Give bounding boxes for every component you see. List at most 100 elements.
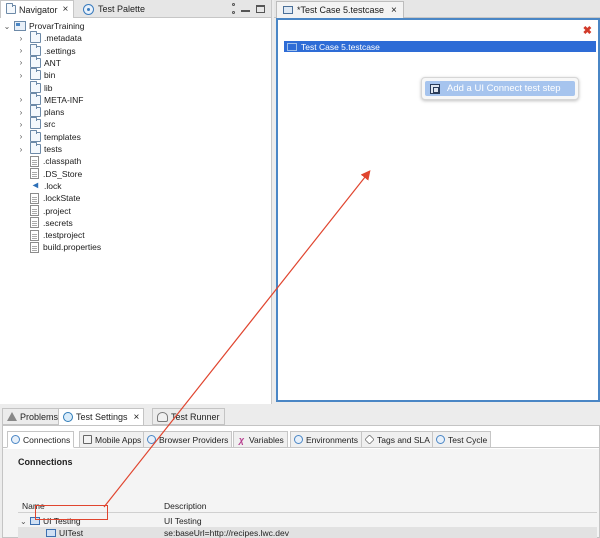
warning-icon [7, 412, 17, 421]
subtab-environments[interactable]: Environments [290, 431, 362, 448]
tree-item-label: .secrets [43, 217, 73, 228]
tree-item[interactable]: .project [30, 205, 71, 217]
file-icon [30, 205, 39, 216]
tree-item-label: .metadata [44, 33, 82, 44]
file-icon [30, 192, 39, 204]
subtab-test-cycle[interactable]: Test Cycle [432, 431, 492, 448]
table-row[interactable]: ⌄ UI Testing UI Testing [18, 515, 597, 527]
tree-item-label: .classpath [43, 156, 82, 167]
tree-item-label: src [44, 119, 56, 130]
column-description[interactable]: Description [164, 501, 207, 511]
tab-test-settings[interactable]: Test Settings × [58, 408, 145, 425]
tab-test-case-5[interactable]: *Test Case 5.testcase × [276, 1, 404, 18]
column-name[interactable]: Name [22, 501, 45, 511]
tree-item[interactable]: › tests [20, 142, 62, 155]
folder-icon [30, 142, 41, 154]
tree-item[interactable]: ⌄ ProvarTraining [4, 20, 84, 32]
minimize-icon[interactable] [241, 9, 250, 12]
chevron-right-icon[interactable]: › [17, 106, 25, 118]
tree-item[interactable]: › src [20, 117, 56, 130]
tree-item-label: .lockState [43, 193, 81, 204]
subtab-connections[interactable]: Connections [7, 431, 75, 448]
close-editor-icon[interactable]: ✖ [583, 24, 592, 37]
palette-icon [83, 3, 94, 15]
settings-icon [63, 412, 73, 422]
test-case-root-node[interactable]: Test Case 5.testcase [284, 41, 596, 52]
file-icon [30, 217, 39, 229]
view-menu-icon[interactable] [232, 3, 235, 14]
table-row[interactable]: UITest se:baseUrl=http://recipes.lwc.dev [18, 527, 597, 538]
tree-item[interactable]: › ANT [20, 55, 61, 69]
file-icon [30, 168, 39, 180]
tree-item-label: plans [44, 107, 65, 118]
cycle-icon [436, 435, 445, 444]
tree-item[interactable]: lib [30, 80, 53, 94]
chevron-right-icon[interactable]: › [17, 94, 25, 106]
close-icon[interactable]: × [134, 412, 140, 423]
chevron-right-icon[interactable]: › [17, 32, 25, 44]
folder-icon [30, 80, 41, 93]
tree-item[interactable]: › plans [20, 105, 65, 118]
test-settings-view: Connections Mobile Apps Browser Provider… [2, 425, 600, 538]
tree-item[interactable]: › bin [20, 68, 55, 81]
chevron-down-icon[interactable]: ⌄ [20, 517, 30, 526]
subtab-variables[interactable]: χ Variables [233, 431, 288, 448]
tree-item-label: ANT [44, 57, 61, 68]
tag-icon [364, 434, 375, 445]
tree-item[interactable]: .testproject [30, 229, 85, 241]
chevron-right-icon[interactable]: › [17, 143, 25, 155]
tab-problems[interactable]: Problems [2, 408, 64, 425]
chevron-right-icon[interactable]: › [17, 131, 25, 143]
lock-file-icon: ◂ [32, 180, 39, 192]
chevron-right-icon[interactable]: › [17, 118, 25, 130]
tab-test-palette[interactable]: Test Palette [78, 0, 150, 18]
subtab-tags-and-sla[interactable]: Tags and SLA [361, 431, 434, 448]
close-icon[interactable]: × [391, 5, 397, 16]
tree-item[interactable]: › .metadata [20, 31, 82, 44]
project-icon [14, 21, 26, 31]
file-icon [30, 241, 39, 253]
ui-connect-icon [430, 83, 440, 94]
tree-item[interactable]: .lockState [30, 192, 80, 204]
chevron-down-icon[interactable]: ⌄ [3, 20, 11, 32]
maximize-icon[interactable] [256, 4, 265, 13]
subtab-browser-providers-label: Browser Providers [159, 434, 229, 445]
tree-item[interactable]: › templates [20, 129, 81, 143]
close-icon[interactable]: × [63, 4, 69, 15]
tree-item-label: templates [44, 131, 81, 142]
tree-item[interactable]: build.properties [30, 241, 101, 253]
tree-item[interactable]: › META-INF [20, 92, 84, 106]
tree-item-label: build.properties [43, 242, 102, 253]
file-icon [30, 155, 39, 167]
add-ui-connect-step-button[interactable]: Add a UI Connect test step [425, 81, 575, 96]
section-title: Connections [18, 457, 73, 467]
chevron-right-icon[interactable]: › [17, 57, 25, 69]
mobile-icon [83, 435, 92, 444]
tree-item[interactable]: ◂ .lock [30, 180, 62, 192]
subtab-browser-providers[interactable]: Browser Providers [143, 431, 233, 448]
folder-icon [30, 92, 41, 105]
tree-item-label: .settings [44, 45, 76, 56]
subtab-test-cycle-label: Test Cycle [448, 434, 488, 445]
tree-item[interactable]: › .settings [20, 43, 76, 57]
add-step-popup: Add a UI Connect test step [421, 77, 579, 100]
tree-item[interactable]: .DS_Store [30, 168, 82, 180]
editor-tab-label: *Test Case 5.testcase [297, 5, 385, 15]
tab-navigator[interactable]: Navigator × [0, 0, 75, 18]
test-case-editor[interactable]: ✖ Test Case 5.testcase Add a UI Connect … [276, 18, 600, 402]
subtab-connections-label: Connections [23, 434, 71, 445]
tab-navigator-label: Navigator [19, 4, 58, 15]
variable-icon: χ [238, 434, 245, 445]
tree-item[interactable]: .secrets [30, 217, 73, 229]
test-case-root-label: Test Case 5.testcase [301, 41, 380, 52]
chevron-right-icon[interactable]: › [17, 69, 25, 81]
connections-icon [11, 435, 20, 444]
tree-item[interactable]: .classpath [30, 155, 81, 167]
tree-item-label: .DS_Store [43, 168, 83, 179]
chevron-right-icon[interactable]: › [17, 45, 25, 57]
subtab-mobile-apps[interactable]: Mobile Apps [79, 431, 146, 448]
connection-icon [30, 517, 40, 525]
folder-icon [30, 117, 41, 130]
tab-test-runner[interactable]: Test Runner [152, 408, 225, 425]
connection-name: UI Testing [43, 516, 81, 526]
